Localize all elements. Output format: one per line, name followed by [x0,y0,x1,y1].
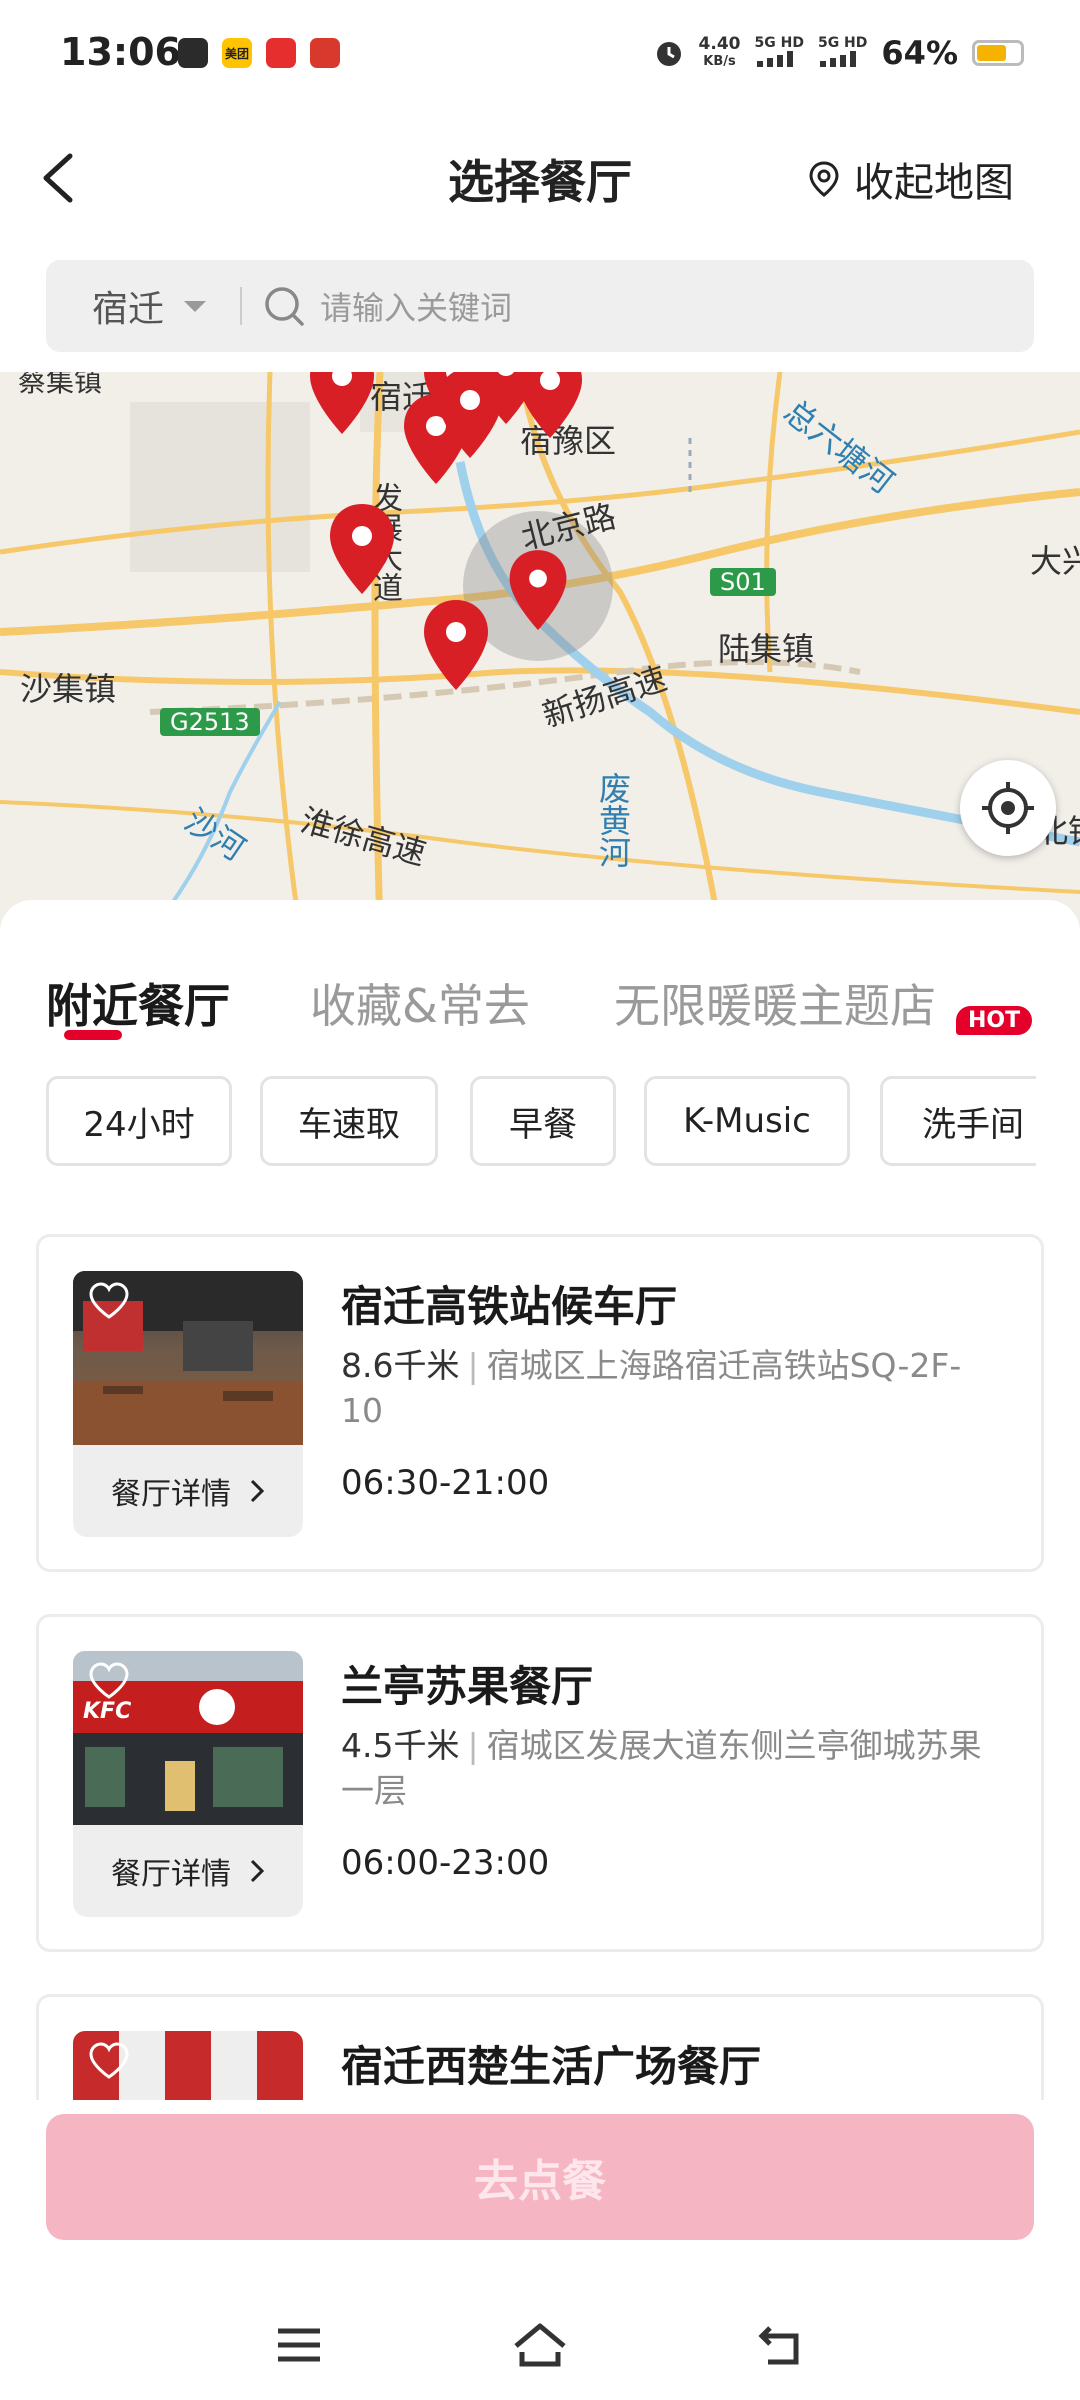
menu-button[interactable] [264,2310,334,2380]
map-pin-icon[interactable] [326,502,398,598]
highway-shield: G2513 [160,708,260,736]
restaurant-name: 宿迁高铁站候车厅 [341,1282,678,1331]
crosshair-icon [982,782,1034,834]
restaurant-distance: 8.6千米 [341,1346,460,1385]
city-selector[interactable]: 宿迁 [92,280,164,332]
restaurant-detail-button[interactable]: 餐厅详情 [73,1825,303,1917]
caret-down-icon[interactable] [184,300,207,312]
restaurant-photo [73,1271,303,1445]
status-bar: 13:06 美团 4.40 KB/s 5G HD 5G HD 64% [0,0,1080,110]
kfc-logo: KFC [83,1699,132,1724]
map-label: 废黄河 [594,772,632,868]
home-button[interactable] [505,2310,575,2380]
map-label: 蔡集镇 [18,372,103,398]
chip-drive-thru[interactable]: 车速取 [260,1076,438,1166]
signal-icon: 5G HD [754,34,804,71]
net-speed: 4.40 KB/s [699,35,741,71]
locate-me-button[interactable] [960,760,1056,856]
chevron-right-icon [250,1859,265,1883]
search-divider [240,287,243,325]
heart-icon[interactable] [87,1281,131,1321]
map-pin-icon[interactable] [306,372,378,438]
filter-chips: 24小时 车速取 早餐 K-Music 洗手间 [46,1076,1036,1170]
restaurant-info: 4.5千米 | 宿城区发展大道东侧兰亭御城苏果一层 [341,1723,1001,1813]
menu-icon [278,2328,320,2362]
search-bar: 宿迁 请输入关键词 [46,260,1034,352]
map-pin-icon[interactable] [514,372,586,442]
chevron-right-icon [250,1479,265,1503]
restaurant-card[interactable]: 餐厅详情 宿迁高铁站候车厅 8.6千米 | 宿城区上海路宿迁高铁站SQ-2F-10 … [36,1234,1044,1572]
hot-badge: HOT [956,1006,1033,1035]
restaurant-photo: KFC [73,1651,303,1825]
restaurant-photo [73,2031,303,2100]
signal-icon: 5G HD [817,34,868,71]
restaurant-distance: 4.5千米 [341,1726,460,1765]
net-speed-value: 4.40 [698,34,741,54]
map-label: 陆集镇 [718,630,815,668]
separator: | [467,1726,479,1765]
battery-icon [972,40,1024,66]
app-icon [266,38,296,68]
chip-breakfast[interactable]: 早餐 [470,1076,616,1166]
status-time: 13:06 [60,30,181,74]
restaurant-hours: 06:00-23:00 [341,1843,550,1883]
heart-icon[interactable] [87,2041,131,2081]
battery-percent: 64% [881,34,958,72]
restaurant-hours: 06:30-21:00 [341,1463,550,1503]
map-pin-outline-icon [809,161,839,197]
collapse-map-label: 收起地图 [854,160,1014,206]
collapse-map-button[interactable]: 收起地图 [804,150,1014,208]
detail-label: 餐厅详情 [111,1477,231,1512]
tab-favorites[interactable]: 收藏&常去 [310,970,530,1036]
map-label: 大兴 [1030,542,1080,580]
restaurant-card[interactable]: 宿迁西楚生活广场餐厅 [36,1994,1044,2100]
chip-k-music[interactable]: K-Music [644,1076,850,1166]
chip-24h[interactable]: 24小时 [46,1076,232,1166]
separator: | [467,1346,479,1385]
chip-restroom[interactable]: 洗手间 [880,1076,1036,1166]
map-pin-icon[interactable] [434,372,506,462]
app-icon [310,38,340,68]
go-order-button[interactable]: 去点餐 [46,2114,1034,2240]
restaurant-sheet: 附近餐厅 收藏&常去 无限暖暖主题店 HOT 24小时 车速取 早餐 K-Mus… [0,900,1080,2100]
heart-icon[interactable] [87,1661,131,1701]
tab-bar: 附近餐厅 收藏&常去 无限暖暖主题店 HOT [46,970,1046,1050]
signal-1-label: 5G HD [754,34,804,51]
map-label: 沙集镇 [20,670,117,708]
home-icon [514,2323,566,2367]
map-pin-icon[interactable] [506,548,570,634]
return-icon [758,2326,799,2365]
back-nav-button[interactable] [746,2310,816,2380]
signal-2-label: 5G HD [817,34,868,51]
restaurant-detail-button[interactable]: 餐厅详情 [73,1445,303,1537]
search-icon [265,287,304,326]
map-pin-icon[interactable] [420,598,492,694]
map-view[interactable]: 蔡集镇 宿迁 宿豫区 北京路 大兴 沙集镇 陆集镇 新扬高速 淮徐高速 沙河 废… [0,372,1080,932]
app-icon [178,38,208,68]
tab-nearby[interactable]: 附近餐厅 [46,970,230,1036]
tab-theme-store[interactable]: 无限暖暖主题店 [614,970,936,1036]
net-speed-unit: KB/s [703,54,736,69]
restaurant-info: 8.6千米 | 宿城区上海路宿迁高铁站SQ-2F-10 [341,1343,1001,1433]
highway-shield: S01 [710,568,776,596]
restaurant-name: 兰亭苏果餐厅 [341,1662,594,1711]
tab-indicator [64,1030,122,1040]
system-nav-bar [0,2290,1080,2400]
header: 选择餐厅 收起地图 [0,110,1080,240]
meituan-icon: 美团 [222,38,252,68]
battery-level [977,45,1007,61]
restaurant-card[interactable]: KFC 餐厅详情 兰亭苏果餐厅 4.5千米 | 宿城区发展大道东侧兰亭御城苏果一层 … [36,1614,1044,1952]
alarm-icon [656,42,681,66]
search-input[interactable]: 请输入关键词 [320,283,512,329]
detail-label: 餐厅详情 [111,1857,231,1892]
restaurant-name: 宿迁西楚生活广场餐厅 [341,2042,762,2091]
